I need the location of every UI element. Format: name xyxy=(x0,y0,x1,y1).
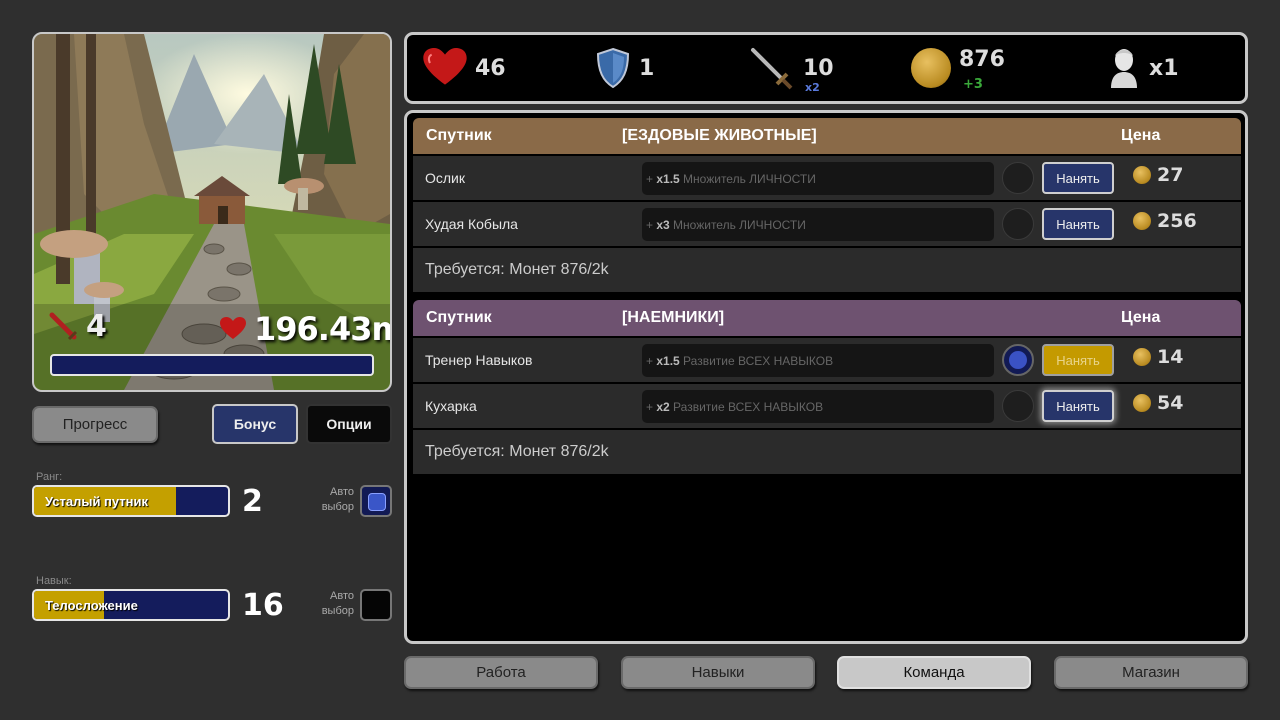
coin-icon xyxy=(1133,394,1151,412)
armor-stat: 1 xyxy=(595,35,654,101)
hp-value: 196.43m xyxy=(254,310,392,348)
companion-price: 27 xyxy=(1133,164,1183,186)
bloody-sword-icon xyxy=(49,312,78,340)
companion-name: Ослик xyxy=(425,170,466,186)
companion-column-header: Спутник xyxy=(426,127,492,144)
hire-button[interactable]: Нанять xyxy=(1042,344,1114,376)
skill-auto-checkbox[interactable] xyxy=(360,589,392,621)
companion-price: 256 xyxy=(1133,210,1197,232)
section-requirement: Требуется: Монет 876/2k xyxy=(413,430,1241,474)
hire-button[interactable]: Нанять xyxy=(1042,208,1114,240)
rank-value: 2 xyxy=(242,484,263,519)
health-value: 46 xyxy=(475,55,506,81)
attack-value: 10 xyxy=(803,55,834,81)
section-header-riding-animals: Спутник [ЕЗДОВЫЕ ЖИВОТНЫЕ] Цена xyxy=(413,118,1241,154)
companion-row: Ослик + x1.5 Множитель ЛИЧНОСТИ Нанять 2… xyxy=(413,156,1241,200)
skill-name: Телосложение xyxy=(45,598,138,613)
companions-panel: Спутник [ЕЗДОВЫЕ ЖИВОТНЫЕ] Цена Ослик + … xyxy=(404,110,1248,644)
companion-name: Кухарка xyxy=(425,398,477,414)
skill-auto-label: Авто выбор xyxy=(321,590,354,617)
progress-button[interactable]: Прогресс xyxy=(32,406,158,443)
options-button[interactable]: Опции xyxy=(306,404,392,444)
companion-select-toggle[interactable] xyxy=(1002,162,1034,194)
hire-button[interactable]: Нанять xyxy=(1042,162,1114,194)
tab-skills[interactable]: Навыки xyxy=(621,656,815,689)
tab-work[interactable]: Работа xyxy=(404,656,598,689)
companion-effect: + x2 Развитие ВСЕХ НАВЫКОВ xyxy=(642,390,994,423)
hp-indicator: 196.43m xyxy=(220,310,392,348)
companion-select-toggle[interactable] xyxy=(1002,344,1034,376)
companion-price: 54 xyxy=(1133,392,1183,414)
companion-effect: + x1.5 Множитель ЛИЧНОСТИ xyxy=(642,162,994,195)
coins-value: 876 xyxy=(959,46,1005,72)
coins-delta: +3 xyxy=(963,77,983,92)
shield-icon xyxy=(596,47,630,89)
skill-progress-bar[interactable]: Телосложение xyxy=(32,589,230,621)
attack-stat: 10 x2 xyxy=(747,35,834,101)
companion-row: Тренер Навыков + x1.5 Развитие ВСЕХ НАВЫ… xyxy=(413,338,1241,382)
rank-progress-bar[interactable]: Усталый путник xyxy=(32,485,230,517)
section-title: [ЕЗДОВЫЕ ЖИВОТНЫЕ] xyxy=(622,127,817,144)
companion-price: 14 xyxy=(1133,346,1183,368)
health-stat: 46 xyxy=(423,35,506,101)
price-column-header: Цена xyxy=(1121,127,1161,144)
armor-value: 1 xyxy=(639,55,655,81)
scene-panel: 4 196.43m xyxy=(32,32,392,392)
scene-progress-bar xyxy=(50,354,374,376)
bust-value: x1 xyxy=(1149,55,1179,81)
companion-select-toggle[interactable] xyxy=(1002,390,1034,422)
bonus-button[interactable]: Бонус xyxy=(212,404,298,444)
coin-icon xyxy=(1133,166,1151,184)
skill-label: Навык: xyxy=(36,575,72,587)
section-requirement: Требуется: Монет 876/2k xyxy=(413,248,1241,292)
coins-stat: 876 +3 xyxy=(911,35,1005,101)
section-header-mercenaries: Спутник [НАЕМНИКИ] Цена xyxy=(413,300,1241,336)
stats-bar: 46 1 10 x2 876 +3 x1 xyxy=(404,32,1248,104)
heart-icon xyxy=(423,48,467,85)
level-value: 4 xyxy=(86,309,107,344)
companion-row: Худая Кобыла + x3 Множитель ЛИЧНОСТИ Нан… xyxy=(413,202,1241,246)
rank-name: Усталый путник xyxy=(45,494,149,509)
coin-icon xyxy=(1133,212,1151,230)
coin-icon xyxy=(911,48,951,88)
hire-button[interactable]: Нанять xyxy=(1042,390,1114,422)
companion-select-toggle[interactable] xyxy=(1002,208,1034,240)
tab-team[interactable]: Команда xyxy=(837,656,1031,689)
sword-icon xyxy=(751,48,793,90)
bust-stat: x1 xyxy=(1107,35,1179,101)
companion-name: Худая Кобыла xyxy=(425,216,518,232)
skill-value: 16 xyxy=(242,588,284,623)
companion-effect: + x1.5 Развитие ВСЕХ НАВЫКОВ xyxy=(642,344,994,377)
tab-shop[interactable]: Магазин xyxy=(1054,656,1248,689)
attack-multiplier: x2 xyxy=(805,81,820,94)
bust-icon xyxy=(1111,49,1137,88)
companion-effect: + x3 Множитель ЛИЧНОСТИ xyxy=(642,208,994,241)
companion-name: Тренер Навыков xyxy=(425,352,533,368)
rank-auto-checkbox[interactable] xyxy=(360,485,392,517)
section-title: [НАЕМНИКИ] xyxy=(622,309,725,326)
coin-icon xyxy=(1133,348,1151,366)
level-indicator: 4 xyxy=(48,309,107,344)
heart-icon xyxy=(220,317,246,339)
rank-label: Ранг: xyxy=(36,471,63,483)
rank-auto-label: Авто выбор xyxy=(321,486,354,513)
companion-row: Кухарка + x2 Развитие ВСЕХ НАВЫКОВ Нанят… xyxy=(413,384,1241,428)
price-column-header: Цена xyxy=(1121,309,1161,326)
companion-column-header: Спутник xyxy=(426,309,492,326)
